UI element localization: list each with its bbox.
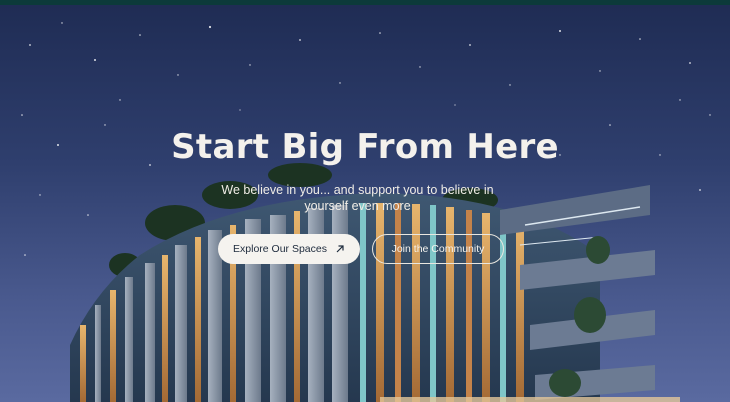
- hero-title: Start Big From Here: [171, 127, 559, 167]
- join-community-label: Join the Community: [391, 243, 485, 255]
- hero-section: Start Big From Here We believe in you...…: [0, 5, 730, 402]
- top-bar: [0, 0, 730, 5]
- hero-content: Start Big From Here We believe in you...…: [0, 5, 730, 402]
- explore-spaces-label: Explore Our Spaces: [233, 243, 327, 255]
- hero-subtitle: We believe in you... and support you to …: [221, 183, 494, 213]
- join-community-button[interactable]: Join the Community: [372, 234, 504, 264]
- explore-spaces-button[interactable]: Explore Our Spaces: [218, 234, 360, 264]
- arrow-up-right-icon: [336, 245, 344, 253]
